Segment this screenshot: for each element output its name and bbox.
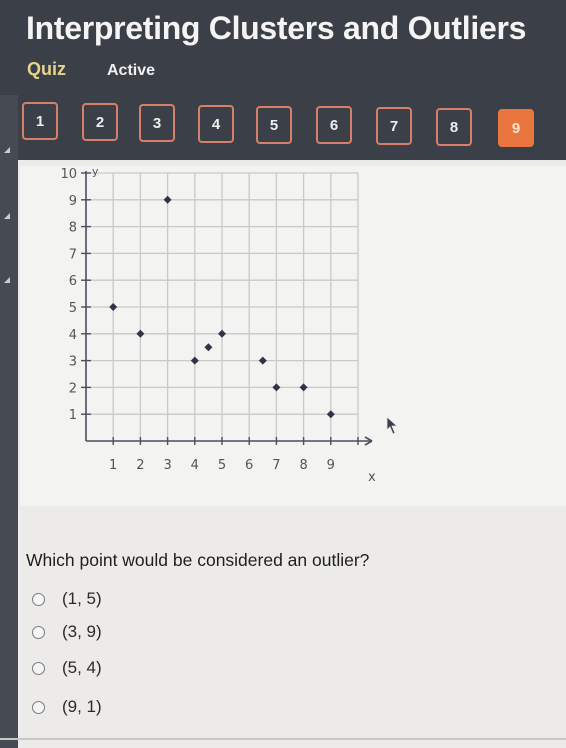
data-point [109, 303, 118, 311]
question-text: Which point would be considered an outli… [26, 550, 370, 570]
x-axis-ticks: 1 2 3 4 5 6 7 8 9 [109, 437, 359, 473]
y-tick-label: 10 [60, 167, 77, 182]
y-tick-label: 2 [69, 381, 77, 396]
y-axis-label: y [92, 165, 99, 178]
y-tick-label: 3 [69, 355, 77, 370]
radio-button[interactable] [32, 700, 45, 714]
option-label: (1, 5) [62, 589, 102, 608]
x-axis-label: x [368, 470, 376, 485]
chart-axes [85, 171, 373, 446]
mouse-cursor-icon [386, 416, 399, 435]
y-tick-label: 6 [69, 274, 77, 289]
option-label: (5, 4) [62, 658, 102, 677]
answer-option-3[interactable]: (5, 4) [32, 658, 102, 678]
y-tick-label: 9 [69, 194, 77, 209]
data-point [190, 356, 199, 365]
y-tick-label: 7 [69, 247, 77, 262]
x-tick-label: 5 [218, 458, 226, 473]
answer-option-1[interactable]: (1, 5) [32, 589, 102, 609]
data-point [204, 343, 213, 352]
option-label: (9, 1) [62, 697, 102, 716]
radio-button[interactable] [32, 661, 45, 675]
radio-button[interactable] [32, 592, 45, 606]
data-point [326, 410, 335, 419]
x-tick-label: 4 [191, 458, 199, 473]
option-label: (3, 9) [62, 622, 102, 641]
data-point [272, 383, 281, 392]
x-tick-label: 7 [272, 458, 280, 473]
chart-grid [86, 172, 359, 441]
divider [0, 738, 566, 740]
data-point [136, 329, 145, 338]
x-tick-label: 9 [327, 458, 335, 473]
answer-option-2[interactable]: (3, 9) [32, 622, 102, 642]
x-tick-label: 8 [299, 458, 307, 473]
data-point [258, 356, 267, 365]
data-point [163, 195, 172, 204]
answer-option-4[interactable]: (9, 1) [32, 697, 102, 717]
x-tick-label: 3 [163, 458, 171, 473]
radio-button[interactable] [32, 625, 45, 639]
x-tick-label: 1 [109, 458, 117, 473]
y-tick-label: 8 [69, 221, 77, 236]
x-tick-label: 6 [245, 458, 253, 473]
y-tick-label: 5 [69, 301, 77, 316]
data-point [218, 329, 226, 338]
x-tick-label: 2 [136, 458, 144, 473]
y-tick-label: 1 [69, 408, 77, 423]
y-tick-label: 4 [69, 328, 77, 343]
data-point [299, 383, 308, 392]
